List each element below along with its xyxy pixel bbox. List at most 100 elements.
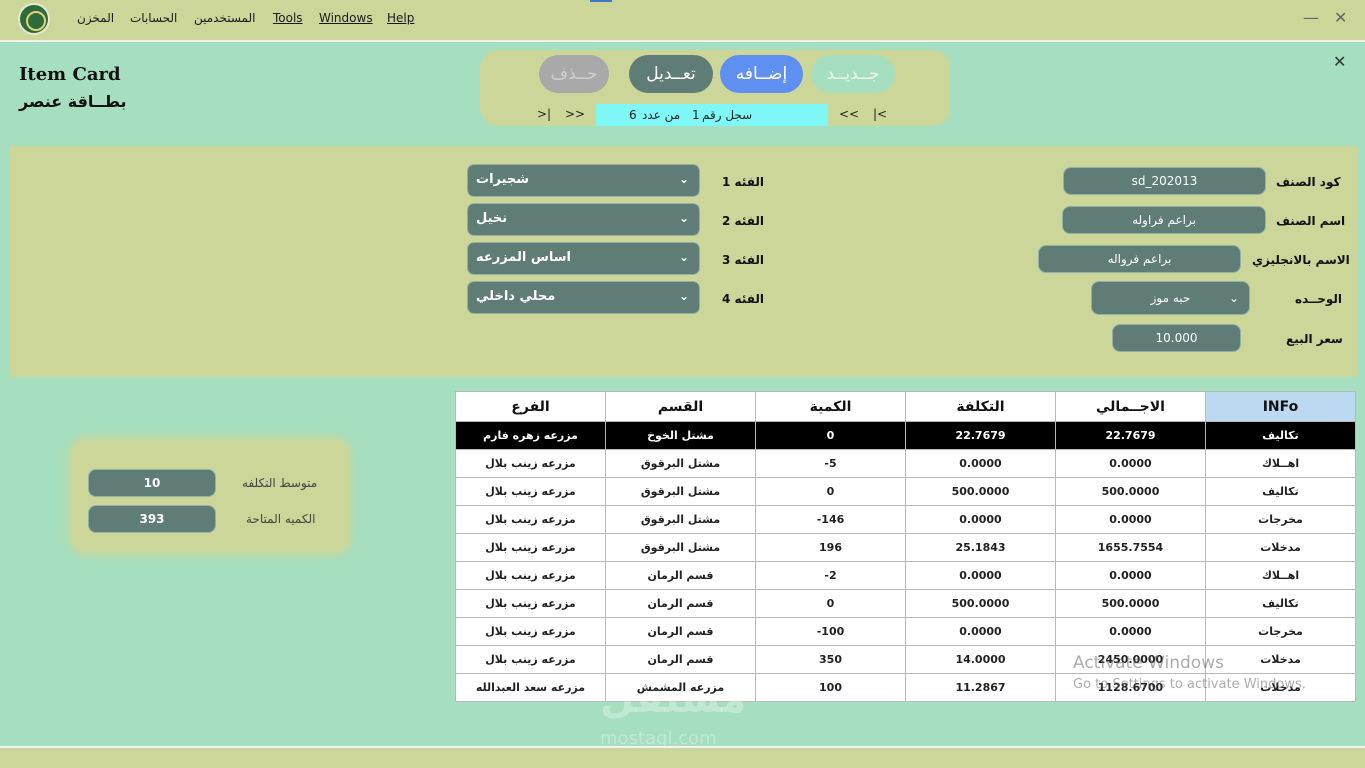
close-form-icon[interactable]: ✕	[1333, 52, 1346, 71]
nav-first-button[interactable]: |<	[873, 107, 887, 121]
header-section[interactable]: القسم	[605, 391, 756, 422]
table-cell: اهــلاك	[1205, 561, 1356, 590]
header-cost[interactable]: التكلفة	[905, 391, 1056, 422]
category1-value: شجيرات	[476, 172, 530, 187]
table-cell: 0.0000	[1055, 561, 1206, 590]
table-cell: مدخلات	[1205, 645, 1356, 674]
title-bar: المخزن الحسابات المستخدمين Tools Windows…	[0, 0, 1365, 40]
table-row[interactable]: مزرعه زينب بلال مشتل البرقوق 0 500.0000 500.…	[455, 477, 1356, 506]
table-cell: -100	[755, 617, 906, 646]
minimize-icon[interactable]: —	[1303, 8, 1319, 27]
category4-select[interactable]: محلي داخلي ⌄	[467, 281, 700, 314]
table-row[interactable]: مزرعه زينب بلال قسم الرمان 0 500.0000 500.00…	[455, 589, 1356, 618]
table-cell: 100	[755, 673, 906, 702]
table-cell: مشتل البرقوق	[605, 505, 756, 534]
record-count: 6	[629, 108, 637, 122]
category3-label: الفئه 3	[722, 253, 764, 267]
status-bar	[0, 746, 1365, 768]
table-cell: 22.7679	[905, 421, 1056, 450]
table-cell: 0.0000	[905, 449, 1056, 478]
menu-tools[interactable]: Tools	[273, 11, 303, 25]
chevron-down-icon: ⌄	[678, 250, 689, 264]
close-icon[interactable]: ✕	[1334, 8, 1347, 27]
table-cell: 500.0000	[1055, 589, 1206, 618]
menu-store[interactable]: المخزن	[77, 11, 114, 25]
category2-label: الفئه 2	[722, 214, 764, 228]
tab-indicator	[590, 0, 612, 2]
menu-help[interactable]: Help	[387, 11, 414, 25]
activate-windows-title: Activate Windows	[1073, 653, 1224, 673]
nav-last-button[interactable]: >|	[537, 107, 551, 121]
table-cell: مشتل البرقوق	[605, 449, 756, 478]
nav-prev-button[interactable]: <<	[839, 107, 859, 121]
table-cell: 500.0000	[905, 477, 1056, 506]
header-total[interactable]: الاجــمالي	[1055, 391, 1206, 422]
edit-button[interactable]: تعــديل	[629, 55, 713, 93]
item-code-field[interactable]: sd_202013	[1063, 167, 1266, 195]
menu-users[interactable]: المستخدمين	[194, 11, 255, 25]
table-cell: 0	[755, 589, 906, 618]
menu-windows[interactable]: Windows	[319, 11, 373, 25]
table-cell: 1655.7554	[1055, 533, 1206, 562]
table-cell: 0.0000	[1055, 505, 1206, 534]
table-cell: 0.0000	[1055, 449, 1206, 478]
header-quantity[interactable]: الكمية	[755, 391, 906, 422]
nav-next-button[interactable]: >>	[565, 107, 585, 121]
table-cell: مزرعه سعد العبدالله	[455, 673, 606, 702]
table-cell: 500.0000	[905, 589, 1056, 618]
unit-select[interactable]: حبه موز ⌄	[1091, 281, 1250, 315]
menu-accounts[interactable]: الحسابات	[130, 11, 177, 25]
category3-select[interactable]: اساس المزرعه ⌄	[467, 242, 700, 275]
record-number: 1	[692, 108, 700, 122]
header-info[interactable]: INFo	[1205, 391, 1356, 422]
table-cell: 0	[755, 421, 906, 450]
table-cell: قسم الرمان	[605, 617, 756, 646]
table-cell: مزرعه زينب بلال	[455, 645, 606, 674]
table-cell: 0.0000	[905, 617, 1056, 646]
record-of-label: من عدد	[642, 108, 681, 122]
category1-label: الفئه 1	[722, 175, 764, 189]
table-row[interactable]: مزرعه زينب بلال مشتل البرقوق -146 0.0000 0.0…	[455, 505, 1356, 534]
table-cell: مزرعه زهره فارم	[455, 421, 606, 450]
table-cell: 11.2867	[905, 673, 1056, 702]
table-row[interactable]: مزرعه زينب بلال مشتل البرقوق 196 25.1843 165…	[455, 533, 1356, 562]
table-cell: مخرجات	[1205, 617, 1356, 646]
app-logo-icon[interactable]	[18, 3, 50, 35]
header-branch[interactable]: الفرع	[455, 391, 606, 422]
record-label: سجل رقم	[702, 108, 753, 122]
item-name-en-label: الاسم بالانجليزي	[1252, 253, 1350, 267]
table-cell: مخرجات	[1205, 505, 1356, 534]
category1-select[interactable]: شجيرات ⌄	[467, 164, 700, 197]
table-row[interactable]: مزرعه زينب بلال مشتل البرقوق -5 0.0000 0.000…	[455, 449, 1356, 478]
page-title-en: Item Card	[19, 64, 121, 85]
table-cell: -5	[755, 449, 906, 478]
new-button[interactable]: جــديــد	[811, 55, 895, 93]
available-qty-field: 393	[88, 505, 216, 533]
table-row[interactable]: مزرعه زينب بلال قسم الرمان -100 0.0000 0.000…	[455, 617, 1356, 646]
delete-button[interactable]: حــذف	[539, 55, 609, 93]
item-name-field[interactable]: براعم فراوله	[1062, 206, 1266, 234]
category4-label: الفئه 4	[722, 292, 764, 306]
category2-select[interactable]: نخيل ⌄	[467, 203, 700, 236]
table-cell: مشتل الخوخ	[605, 421, 756, 450]
table-cell: قسم الرمان	[605, 645, 756, 674]
table-cell: 0.0000	[905, 505, 1056, 534]
table-row[interactable]: مزرعه زينب بلال قسم الرمان -2 0.0000 0.0000 ا…	[455, 561, 1356, 590]
table-cell: 500.0000	[1055, 477, 1206, 506]
table-cell: تكاليف	[1205, 477, 1356, 506]
add-button[interactable]: إضــافه	[720, 55, 803, 93]
table-row[interactable]: مزرعه زهره فارم مشتل الخوخ 0 22.7679 22.7679…	[455, 421, 1356, 450]
page-title-ar: بطــاقة عنصر	[19, 92, 127, 111]
table-cell: مزرعه زينب بلال	[455, 561, 606, 590]
table-cell: 0.0000	[905, 561, 1056, 590]
chevron-down-icon: ⌄	[678, 172, 689, 186]
table-cell: مزرعه زينب بلال	[455, 533, 606, 562]
summary-panel: 10 متوسط التكلفه 393 الكميه المتاحة	[72, 440, 348, 552]
table-cell: 0.0000	[1055, 617, 1206, 646]
item-name-en-field[interactable]: براعم فرواله	[1038, 245, 1241, 273]
item-code-label: كود الصنف	[1276, 175, 1341, 189]
sale-price-field[interactable]: 10.000	[1112, 324, 1241, 352]
chevron-down-icon: ⌄	[678, 289, 689, 303]
site-watermark-ar: مستقل	[600, 676, 747, 722]
unit-label: الوحــده	[1295, 292, 1343, 306]
